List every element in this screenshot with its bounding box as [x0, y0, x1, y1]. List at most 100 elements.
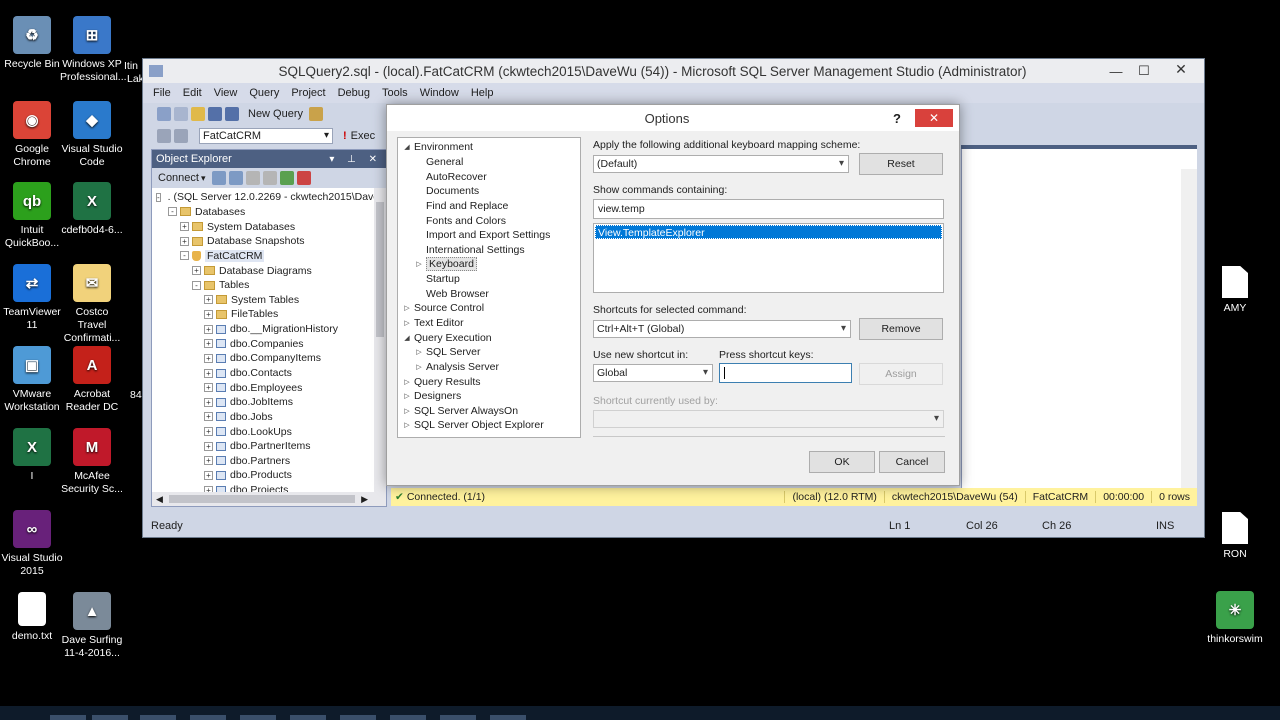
- options-tree-item[interactable]: General: [398, 155, 580, 170]
- options-tree-item[interactable]: Documents: [398, 184, 580, 199]
- tree-node[interactable]: - FatCatCRM: [152, 249, 374, 264]
- tree-node[interactable]: + dbo.Projects: [152, 483, 374, 492]
- options-tree-item[interactable]: International Settings: [398, 242, 580, 257]
- options-tree-item[interactable]: Startup: [398, 272, 580, 287]
- execute-button[interactable]: Exec: [351, 130, 375, 142]
- taskbar-item[interactable]: [50, 715, 86, 720]
- expand-icon[interactable]: +: [192, 266, 201, 276]
- save-icon[interactable]: [208, 107, 222, 121]
- tree-node[interactable]: + dbo.JobItems: [152, 395, 374, 410]
- options-tree-item[interactable]: ▷ Source Control: [398, 301, 580, 316]
- desktop-icon[interactable]: ◆ Visual Studio Code: [60, 101, 124, 169]
- collapsed-arrow-icon[interactable]: ▷: [402, 304, 412, 312]
- collapsed-arrow-icon[interactable]: ▷: [402, 319, 412, 327]
- tree-node[interactable]: + dbo.Jobs: [152, 410, 374, 425]
- options-tree-item[interactable]: ▷ SQL Server AlwaysOn: [398, 404, 580, 419]
- expand-icon[interactable]: +: [180, 222, 189, 232]
- tree-node[interactable]: + dbo.Employees: [152, 380, 374, 395]
- desktop-icon-amy[interactable]: AMY: [1203, 266, 1267, 315]
- commands-list[interactable]: View.TemplateExplorer: [593, 223, 944, 293]
- disconnect-icon[interactable]: [228, 171, 243, 185]
- new-query-button[interactable]: New Query: [248, 108, 303, 120]
- options-tree-item[interactable]: ▷ SQL Server: [398, 345, 580, 360]
- options-tree-item[interactable]: ▷ Query Results: [398, 374, 580, 389]
- connect-db-icon[interactable]: [211, 171, 226, 185]
- collapsed-arrow-icon[interactable]: ▷: [402, 407, 412, 415]
- tree-node[interactable]: + dbo.Products: [152, 468, 374, 483]
- tree-node[interactable]: + dbo.Companies: [152, 336, 374, 351]
- collapsed-arrow-icon[interactable]: ▷: [402, 421, 412, 429]
- tree-node[interactable]: + dbo.CompanyItems: [152, 351, 374, 366]
- menu-project[interactable]: Project: [291, 87, 325, 99]
- change-connection-icon[interactable]: [174, 129, 188, 143]
- open-file-icon[interactable]: [191, 107, 205, 121]
- options-tree-item[interactable]: ▷ Keyboard: [398, 257, 580, 272]
- desktop-icon[interactable]: ♻ Recycle Bin: [0, 16, 64, 71]
- collapse-icon[interactable]: -: [168, 207, 177, 217]
- reset-button[interactable]: Reset: [859, 153, 943, 175]
- tree-node[interactable]: + System Databases: [152, 219, 374, 234]
- collapse-icon[interactable]: -: [192, 280, 201, 290]
- maximize-icon[interactable]: ☐: [1130, 63, 1158, 79]
- tree-node[interactable]: - Tables: [152, 278, 374, 293]
- desktop-icon[interactable]: ▲ Dave Surfing 11-4-2016...: [60, 592, 124, 660]
- expand-icon[interactable]: +: [204, 412, 213, 422]
- options-tree-item[interactable]: ▷ Designers: [398, 389, 580, 404]
- scroll-right-icon[interactable]: ▶: [361, 494, 368, 505]
- query-editor[interactable]: [961, 149, 1197, 489]
- editor-scrollbar[interactable]: [1181, 169, 1197, 489]
- tree-node[interactable]: + System Tables: [152, 292, 374, 307]
- desktop-icon[interactable]: ◉ Google Chrome: [0, 101, 64, 169]
- ok-button[interactable]: OK: [809, 451, 875, 473]
- desktop-icon[interactable]: Xcdefb0d4-6...: [60, 182, 124, 237]
- menu-edit[interactable]: Edit: [183, 87, 202, 99]
- shortcuts-select[interactable]: Ctrl+Alt+T (Global): [593, 320, 851, 338]
- taskbar-item[interactable]: [490, 715, 526, 720]
- collapsed-arrow-icon[interactable]: ▷: [402, 392, 412, 400]
- desktop-icon[interactable]: ✉ Costco Travel Confirmati...: [60, 264, 124, 345]
- vertical-scrollbar[interactable]: [374, 188, 386, 492]
- cancel-button[interactable]: Cancel: [879, 451, 945, 473]
- expanded-arrow-icon[interactable]: ◢: [402, 334, 412, 342]
- desktop-icon[interactable]: qb Intuit QuickBoo...: [0, 182, 64, 250]
- use-shortcut-select[interactable]: Global: [593, 364, 713, 382]
- options-tree-item[interactable]: Web Browser: [398, 286, 580, 301]
- menu-view[interactable]: View: [214, 87, 238, 99]
- expand-icon[interactable]: +: [180, 236, 189, 246]
- tree-node[interactable]: + FileTables: [152, 307, 374, 322]
- menu-file[interactable]: File: [153, 87, 171, 99]
- expand-icon[interactable]: +: [204, 295, 213, 305]
- activity-monitor-icon[interactable]: [296, 171, 311, 185]
- tree-node[interactable]: + Database Snapshots: [152, 234, 374, 249]
- options-tree-item[interactable]: ▷ Analysis Server: [398, 360, 580, 375]
- taskbar-item[interactable]: [190, 715, 226, 720]
- tree-node[interactable]: + dbo.__MigrationHistory: [152, 322, 374, 337]
- options-tree-item[interactable]: ▷ Text Editor: [398, 316, 580, 331]
- expand-icon[interactable]: +: [204, 427, 213, 437]
- save-all-icon[interactable]: [225, 107, 239, 121]
- db-engine-query-icon[interactable]: [309, 107, 324, 121]
- options-tree-item[interactable]: AutoRecover: [398, 169, 580, 184]
- expand-icon[interactable]: +: [204, 368, 213, 378]
- connect-button[interactable]: Connect: [158, 172, 199, 184]
- panel-controls-icon[interactable]: ▾ ⊥ ✕: [329, 154, 382, 165]
- taskbar-item[interactable]: [290, 715, 326, 720]
- new-project-icon[interactable]: [157, 107, 171, 121]
- desktop-icon[interactable]: ▣ VMware Workstation: [0, 346, 64, 414]
- desktop-icon[interactable]: ⇄ TeamViewer 11: [0, 264, 64, 332]
- scrollbar-thumb[interactable]: [376, 202, 384, 337]
- desktop-icon[interactable]: ⊞ Windows XP Professional...: [60, 16, 127, 84]
- desktop-icon-thinkorswim[interactable]: ✳ thinkorswim: [1203, 591, 1267, 646]
- taskbar-item[interactable]: [140, 715, 176, 720]
- database-selector[interactable]: FatCatCRM: [199, 128, 333, 144]
- options-tree-item[interactable]: ◢ Environment: [398, 140, 580, 155]
- options-tree-item[interactable]: Find and Replace: [398, 199, 580, 214]
- help-icon[interactable]: ?: [887, 111, 907, 126]
- taskbar-item[interactable]: [440, 715, 476, 720]
- menu-window[interactable]: Window: [420, 87, 459, 99]
- expand-icon[interactable]: +: [204, 324, 213, 334]
- menu-help[interactable]: Help: [471, 87, 494, 99]
- execute-icon[interactable]: !: [343, 130, 347, 142]
- expand-icon[interactable]: +: [204, 383, 213, 393]
- scrollbar-thumb[interactable]: [168, 495, 356, 503]
